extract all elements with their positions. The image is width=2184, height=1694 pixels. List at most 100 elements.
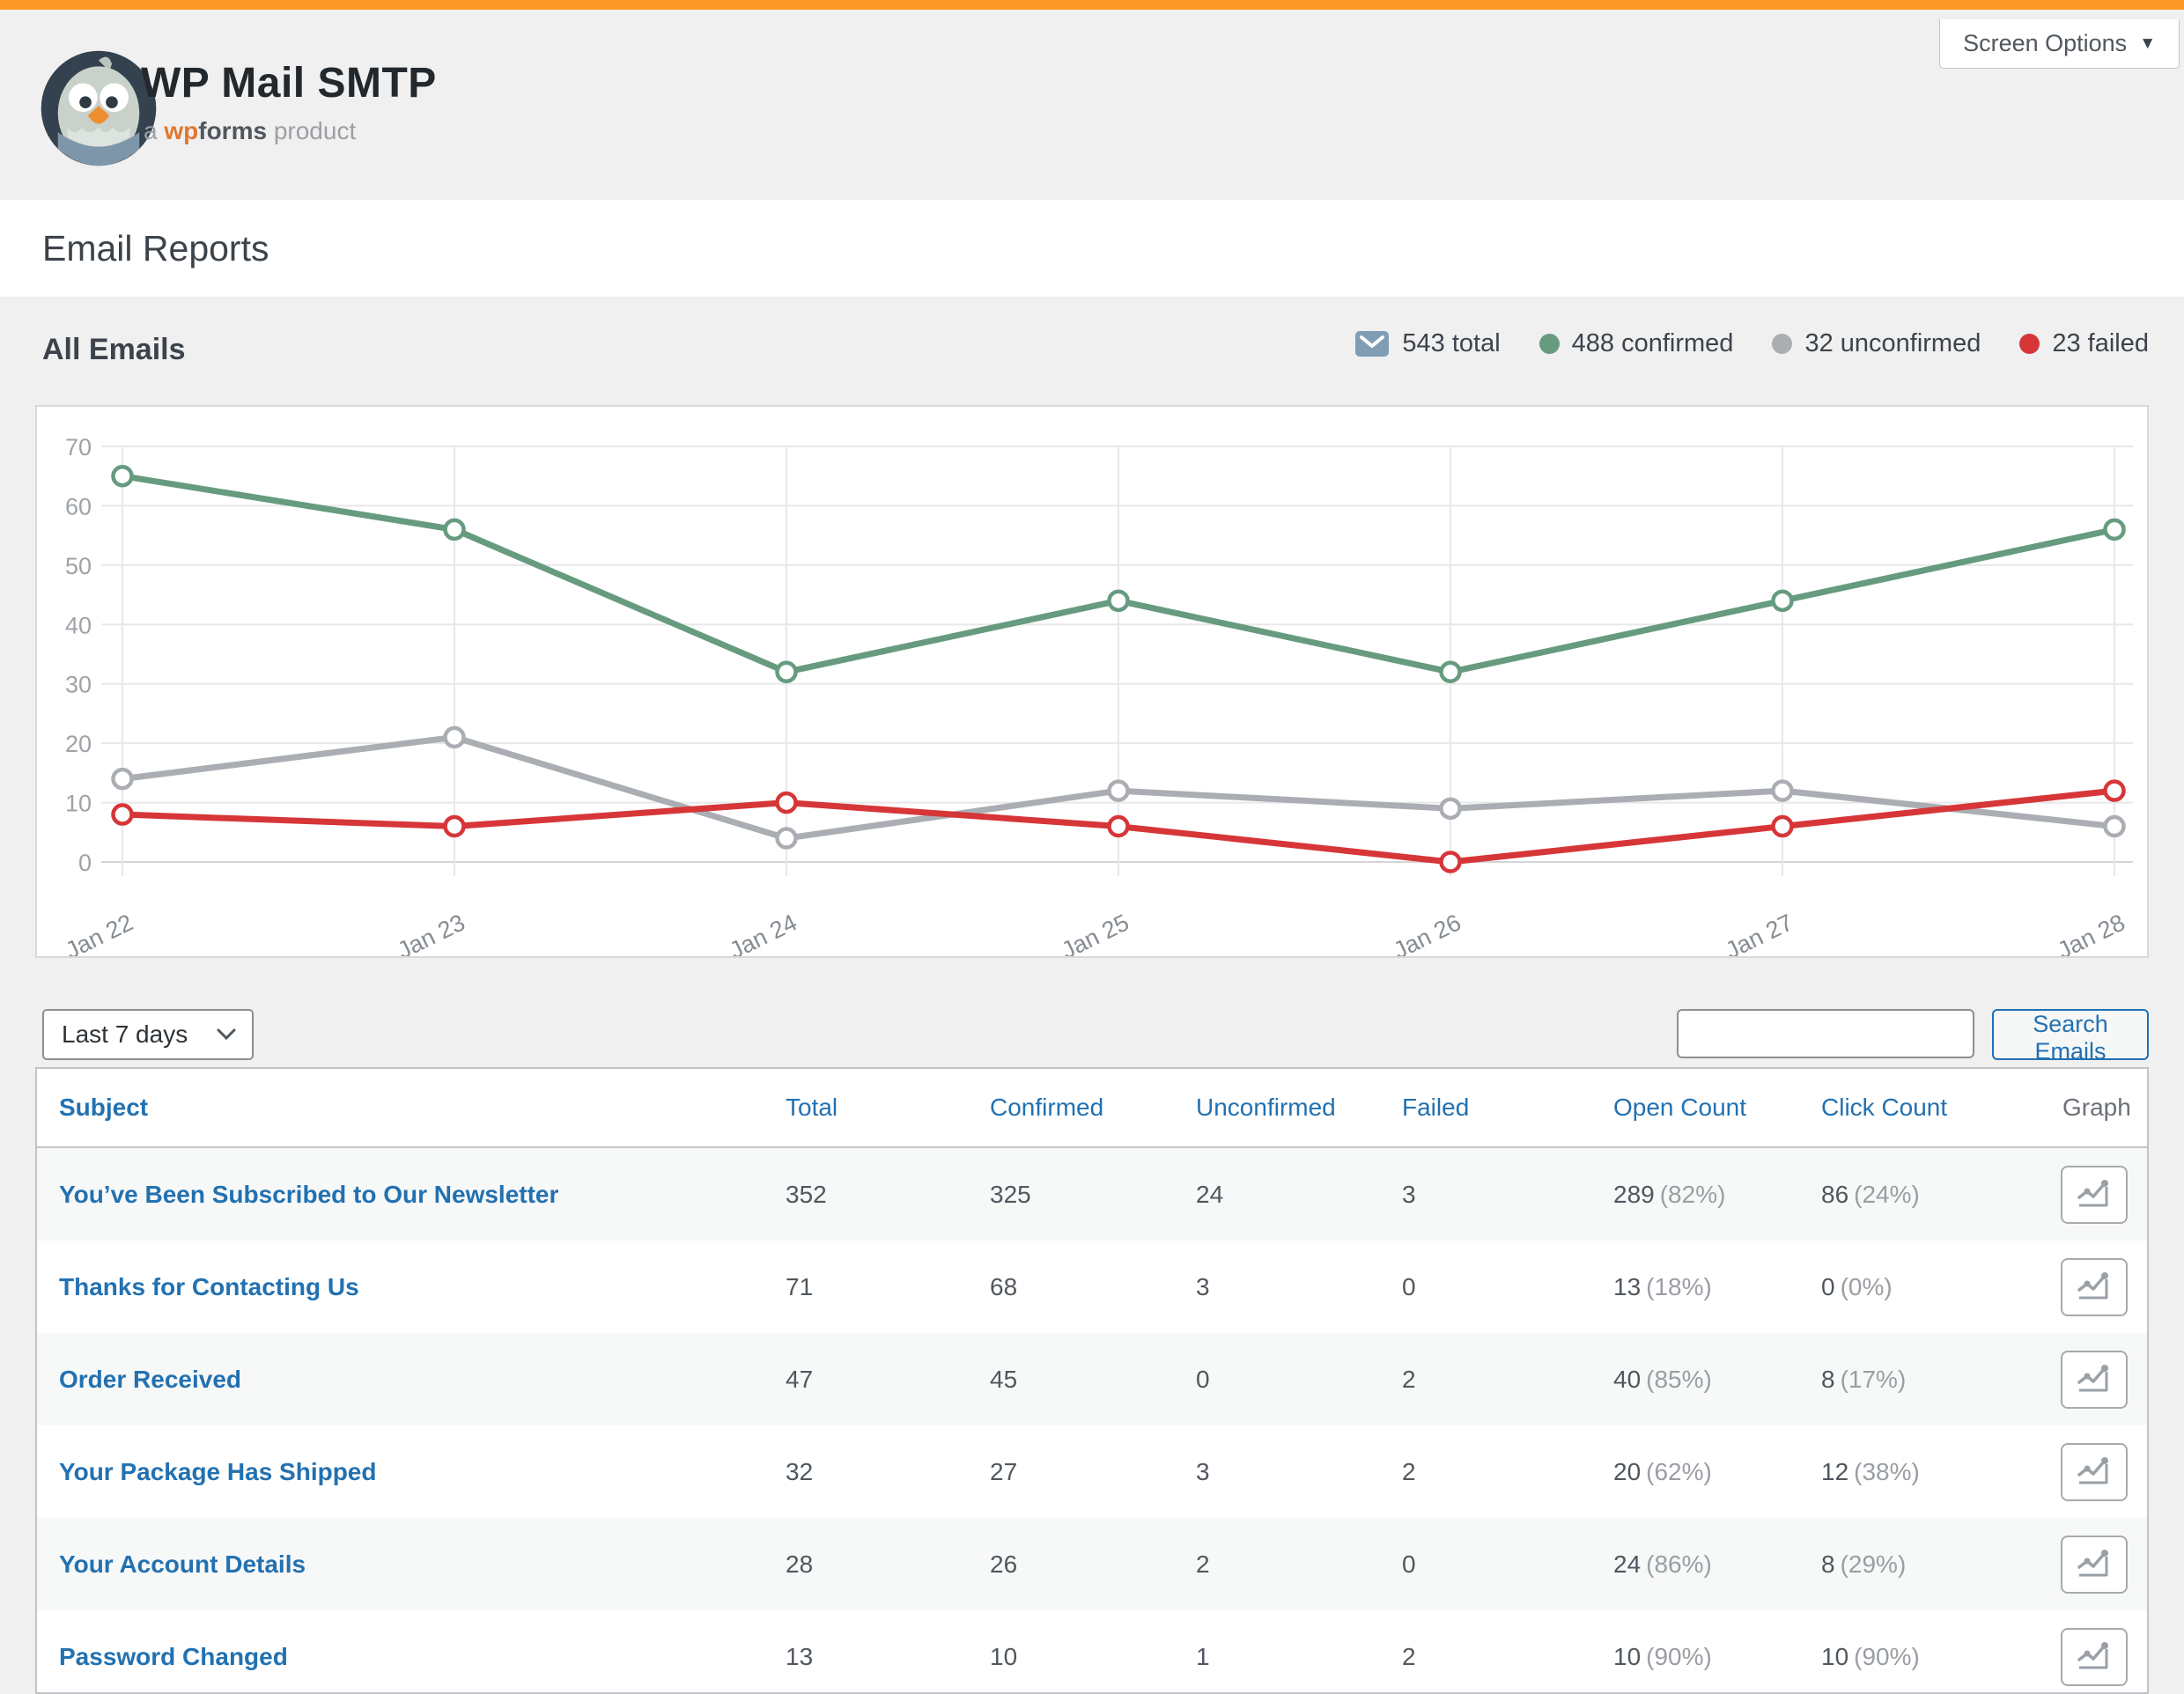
click-count-number: 8	[1821, 1366, 1835, 1393]
page-title: Email Reports	[42, 200, 269, 297]
total-value: 352	[786, 1181, 827, 1209]
graph-button[interactable]	[2061, 1628, 2128, 1686]
click-count-value: 0(0%)	[1821, 1273, 1893, 1301]
click-count-value: 8(29%)	[1821, 1550, 1906, 1579]
data-point-unconfirmed	[778, 829, 796, 848]
legend-label: 488 confirmed	[1572, 329, 1734, 358]
x-tick-label: Jan 22	[62, 909, 137, 956]
total-value: 32	[786, 1458, 813, 1486]
email-subject-link[interactable]: Order Received	[59, 1366, 241, 1394]
click-count-value: 86(24%)	[1821, 1181, 1920, 1209]
click-count-number: 10	[1821, 1643, 1848, 1670]
chevron-down-icon: ▼	[2139, 34, 2156, 54]
column-header-unconfirmed[interactable]: Unconfirmed	[1196, 1094, 1336, 1122]
email-subject-link[interactable]: Your Package Has Shipped	[59, 1458, 377, 1486]
click-count-percent: (90%)	[1854, 1643, 1920, 1670]
click-count-percent: (29%)	[1841, 1550, 1907, 1578]
data-point-confirmed	[2106, 520, 2124, 539]
screen-options-button[interactable]: Screen Options ▼	[1939, 19, 2180, 69]
data-point-unconfirmed	[114, 770, 132, 788]
column-header-confirmed[interactable]: Confirmed	[990, 1094, 1103, 1122]
open-count-percent: (18%)	[1646, 1273, 1712, 1300]
page-title-band: Email Reports	[0, 200, 2184, 297]
click-count-percent: (0%)	[1841, 1273, 1893, 1300]
dot-red-icon	[2019, 334, 2040, 354]
graph-button[interactable]	[2061, 1443, 2128, 1501]
open-count-value: 289(82%)	[1613, 1181, 1725, 1209]
date-range-value: Last 7 days	[62, 1020, 188, 1049]
y-tick-label: 0	[78, 850, 92, 876]
table-row: You’ve Been Subscribed to Our Newsletter…	[37, 1148, 2147, 1241]
subtitle-brand-forms: forms	[198, 117, 267, 144]
open-count-value: 10(90%)	[1613, 1643, 1712, 1671]
x-tick-label: Jan 24	[726, 909, 801, 956]
dot-gray-icon	[1772, 334, 1792, 354]
graph-button[interactable]	[2061, 1258, 2128, 1316]
column-header-open-count[interactable]: Open Count	[1613, 1094, 1746, 1122]
legend-label: 543 total	[1402, 329, 1500, 358]
envelope-icon	[1354, 330, 1390, 357]
open-count-number: 20	[1613, 1458, 1641, 1485]
open-count-percent: (82%)	[1660, 1181, 1726, 1208]
data-point-unconfirmed	[1774, 782, 1792, 800]
mini-chart-icon	[2075, 1176, 2114, 1212]
column-header-subject[interactable]: Subject	[59, 1094, 148, 1122]
open-count-percent: (62%)	[1646, 1458, 1712, 1485]
open-count-value: 40(85%)	[1613, 1366, 1712, 1394]
graph-button[interactable]	[2061, 1536, 2128, 1594]
click-count-percent: (24%)	[1854, 1181, 1920, 1208]
confirmed-value: 68	[990, 1273, 1017, 1301]
y-tick-label: 50	[65, 553, 92, 579]
table-row: Your Account Details28262024(86%)8(29%)	[37, 1518, 2147, 1610]
open-count-number: 40	[1613, 1366, 1641, 1393]
data-point-confirmed	[1774, 592, 1792, 610]
column-header-total[interactable]: Total	[786, 1094, 837, 1122]
legend-label: 23 failed	[2052, 329, 2149, 358]
unconfirmed-value: 2	[1196, 1550, 1210, 1579]
legend-item: 543 total	[1354, 329, 1500, 358]
total-value: 47	[786, 1366, 813, 1394]
mini-chart-icon	[2075, 1639, 2114, 1675]
unconfirmed-value: 3	[1196, 1458, 1210, 1486]
email-subject-link[interactable]: Your Account Details	[59, 1550, 306, 1579]
unconfirmed-value: 3	[1196, 1273, 1210, 1301]
email-subject-link[interactable]: You’ve Been Subscribed to Our Newsletter	[59, 1181, 558, 1209]
graph-button[interactable]	[2061, 1166, 2128, 1224]
failed-value: 0	[1402, 1273, 1416, 1301]
email-subject-link[interactable]: Password Changed	[59, 1643, 288, 1671]
y-tick-label: 30	[65, 672, 92, 698]
legend-item: 23 failed	[2019, 329, 2149, 358]
top-accent-bar	[0, 0, 2184, 10]
open-count-percent: (90%)	[1646, 1643, 1712, 1670]
date-range-select[interactable]: Last 7 days	[42, 1009, 254, 1060]
failed-value: 0	[1402, 1550, 1416, 1579]
data-point-unconfirmed	[1110, 782, 1128, 800]
data-point-failed	[1110, 817, 1128, 836]
email-subject-link[interactable]: Thanks for Contacting Us	[59, 1273, 359, 1301]
legend-item: 32 unconfirmed	[1772, 329, 1981, 358]
column-header-click-count[interactable]: Click Count	[1821, 1094, 1947, 1122]
x-tick-label: Jan 26	[1390, 909, 1465, 956]
confirmed-value: 45	[990, 1366, 1017, 1394]
legend-label: 32 unconfirmed	[1804, 329, 1981, 358]
chart-legend: 543 total 488 confirmed 32 unconfirmed 23 f…	[1354, 329, 2149, 358]
open-count-value: 24(86%)	[1613, 1550, 1712, 1579]
open-count-number: 10	[1613, 1643, 1641, 1670]
emails-chart-card: 010203040506070Jan 22Jan 23Jan 24Jan 25J…	[35, 405, 2149, 958]
search-emails-button[interactable]: Search Emails	[1992, 1009, 2149, 1060]
graph-button[interactable]	[2061, 1351, 2128, 1409]
data-point-failed	[2106, 782, 2124, 800]
data-point-failed	[1442, 853, 1460, 872]
dot-green-icon	[1539, 334, 1560, 354]
mini-chart-icon	[2075, 1269, 2114, 1305]
total-value: 71	[786, 1273, 813, 1301]
total-value: 13	[786, 1643, 813, 1671]
data-point-failed	[446, 817, 464, 836]
x-tick-label: Jan 28	[2054, 909, 2129, 956]
app-header: WP Mail SMTP a wpforms product Screen Op…	[0, 10, 2184, 200]
app-subtitle: a wpforms product	[144, 117, 356, 145]
total-value: 28	[786, 1550, 813, 1579]
column-header-failed[interactable]: Failed	[1402, 1094, 1469, 1122]
open-count-value: 20(62%)	[1613, 1458, 1712, 1486]
search-input[interactable]	[1677, 1009, 1974, 1058]
